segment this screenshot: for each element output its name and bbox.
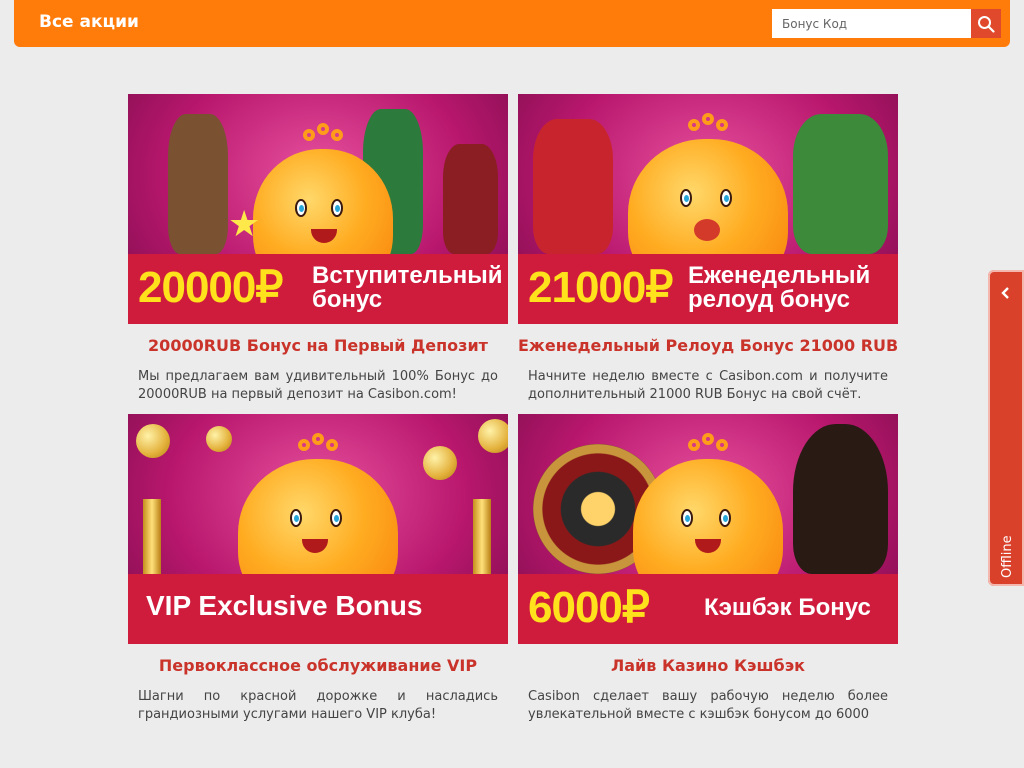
page-title: Все акции — [39, 12, 139, 32]
promo-banner-strip: 21000₽ Еженедельный релоуд бонус — [518, 254, 898, 324]
promo-description: Шагни по красной дорожке и насладись гра… — [138, 689, 498, 722]
dragon-character — [533, 119, 613, 254]
coin-decoration — [478, 419, 508, 453]
promo-description: Мы предлагаем вам удивительный 100% Бону… — [138, 369, 498, 402]
promo-title[interactable]: Первоклассное обслуживание VIP — [128, 656, 508, 675]
search-icon — [978, 15, 995, 33]
promo-banner-amount: 21000₽ — [528, 263, 673, 312]
rope-post — [473, 499, 491, 574]
promo-banner-caption-line1: Еженедельный — [688, 262, 871, 289]
promo-banner-vip[interactable]: VIP Exclusive Bonus — [128, 414, 508, 644]
promo-title[interactable]: Еженедельный Релоуд Бонус 21000 RUB — [518, 336, 898, 355]
promo-banner-amount: 6000₽ — [528, 583, 650, 632]
promo-banner-caption: VIP Exclusive Bonus — [146, 590, 423, 621]
coin-decoration — [136, 424, 170, 458]
promo-description: Начните неделю вместе с Casibon.com и по… — [528, 369, 888, 402]
promo-banner-caption-line1: Вступительный — [312, 262, 503, 289]
promo-banner-weekly-reload[interactable]: 21000₽ Еженедельный релоуд бонус — [518, 94, 898, 324]
promo-banner-strip: VIP Exclusive Bonus — [128, 574, 508, 644]
promo-banner-amount: 20000₽ — [138, 263, 283, 312]
explorer-character — [168, 114, 228, 254]
dealer-character — [793, 424, 888, 574]
rope-post — [143, 499, 161, 574]
promo-title[interactable]: 20000RUB Бонус на Первый Депозит — [128, 336, 508, 355]
promo-banner-caption-line2: бонус — [312, 286, 383, 313]
promo-banner-caption: Кэшбэк Бонус — [704, 594, 871, 621]
bonus-code-input[interactable] — [772, 9, 971, 38]
promo-description: Casibon сделает вашу рабочую неделю боле… — [528, 689, 888, 722]
header-bar: Все акции — [14, 0, 1010, 47]
promo-card-welcome[interactable]: ★ 20000₽ Вступительный бонус 20000RUB Бо… — [128, 94, 508, 404]
promo-banner-live-cashback[interactable]: 6000₽ Кэшбэк Бонус — [518, 414, 898, 644]
star-decoration: ★ — [228, 204, 261, 245]
promo-banner-caption: Вступительный бонус — [312, 264, 502, 312]
chevron-left-icon[interactable] — [1000, 286, 1010, 300]
chameleon-character — [793, 114, 888, 254]
promo-banner-strip: 20000₽ Вступительный бонус — [128, 254, 508, 324]
promo-banner-caption-line2: релоуд бонус — [688, 286, 851, 313]
promo-card-weekly-reload[interactable]: 21000₽ Еженедельный релоуд бонус Еженеде… — [518, 94, 898, 404]
promo-title[interactable]: Лайв Казино Кэшбэк — [518, 656, 898, 675]
promo-banner-welcome[interactable]: ★ 20000₽ Вступительный бонус — [128, 94, 508, 324]
promo-card-vip[interactable]: VIP Exclusive Bonus Первоклассное обслуж… — [128, 414, 508, 724]
promo-card-live-cashback[interactable]: 6000₽ Кэшбэк Бонус Лайв Казино Кэшбэк Ca… — [518, 414, 898, 724]
promo-banner-caption: Еженедельный релоуд бонус — [688, 264, 870, 312]
coin-decoration — [423, 446, 457, 480]
chat-status-label: Offline — [1000, 535, 1015, 578]
search-button[interactable] — [971, 9, 1001, 38]
promo-banner-strip: 6000₽ Кэшбэк Бонус — [518, 574, 898, 644]
coin-decoration — [206, 426, 232, 452]
samurai-character — [443, 144, 498, 254]
